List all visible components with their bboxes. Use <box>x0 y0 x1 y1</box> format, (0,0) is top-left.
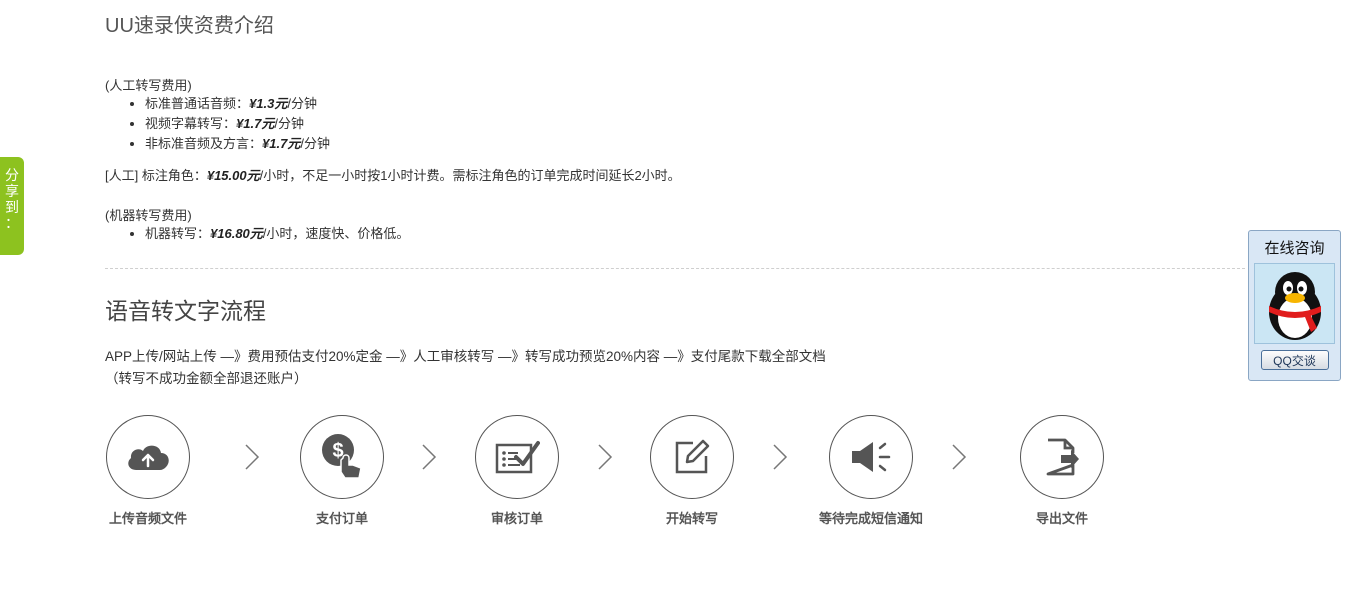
online-consult-widget: 在线咨询 QQ交谈 <box>1248 230 1341 381</box>
step-label: 审核订单 <box>490 511 543 526</box>
step-review-order: 审核订单 <box>447 415 587 527</box>
chevron-right-icon <box>773 444 788 470</box>
step-label: 开始转写 <box>665 511 718 526</box>
step-label: 上传音频文件 <box>108 511 187 526</box>
step-wait-sms-notice: 等待完成短信通知 <box>801 415 941 527</box>
list-item: 机器转写：¥16.80元/小时，速度快、价格低。 <box>145 224 409 244</box>
review-checklist-icon <box>495 441 540 474</box>
share-to-tab[interactable]: 分 享 到 ： <box>0 157 24 255</box>
flow-description: APP上传/网站上传 —》费用预估支付20%定金 —》人工审核转写 —》转写成功… <box>105 349 826 386</box>
page-title: UU速录侠资费介绍 <box>105 15 274 37</box>
payment-icon: $ <box>322 434 362 479</box>
machine-fee-label: (机器转写费用) <box>105 208 192 223</box>
chevron-right-icon <box>422 444 437 470</box>
chevron-right-icon <box>245 444 260 470</box>
step-label: 支付订单 <box>315 511 368 526</box>
export-file-icon <box>1046 438 1079 476</box>
step-upload-audio: 上传音频文件 <box>78 415 218 527</box>
qq-penguin-icon[interactable] <box>1254 263 1335 344</box>
consult-title: 在线咨询 <box>1264 240 1325 257</box>
manual-fee-label: (人工转写费用) <box>105 78 192 93</box>
chevron-right-icon <box>598 444 613 470</box>
list-item: 视频字幕转写：¥1.7元/分钟 <box>145 114 330 134</box>
cloud-upload-icon <box>128 445 169 470</box>
list-item: 标准普通话音频：¥1.3元/分钟 <box>145 94 330 114</box>
section-divider <box>105 268 1245 269</box>
step-pay-order: $ 支付订单 <box>272 415 412 527</box>
speaker-notify-icon <box>852 442 891 472</box>
qq-penguin-illustration <box>1268 271 1321 340</box>
qq-chat-button[interactable]: QQ交谈 <box>1260 350 1329 370</box>
role-annotation-fee: [人工] 标注角色：¥15.00元/小时，不足一小时按1小时计费。需标注角色的订… <box>105 168 681 183</box>
flow-title: 语音转文字流程 <box>105 298 266 324</box>
edit-pencil-icon <box>675 439 710 474</box>
step-start-transcribe: 开始转写 <box>622 415 762 527</box>
manual-fee-list: 标准普通话音频：¥1.3元/分钟 视频字幕转写：¥1.7元/分钟 非标准音频及方… <box>125 94 330 154</box>
step-label: 导出文件 <box>1035 511 1088 526</box>
machine-fee-list: 机器转写：¥16.80元/小时，速度快、价格低。 <box>125 224 409 244</box>
list-item: 非标准音频及方言：¥1.7元/分钟 <box>145 134 330 154</box>
chevron-right-icon <box>952 444 967 470</box>
step-export-file: 导出文件 <box>992 415 1132 527</box>
step-label: 等待完成短信通知 <box>818 511 923 526</box>
